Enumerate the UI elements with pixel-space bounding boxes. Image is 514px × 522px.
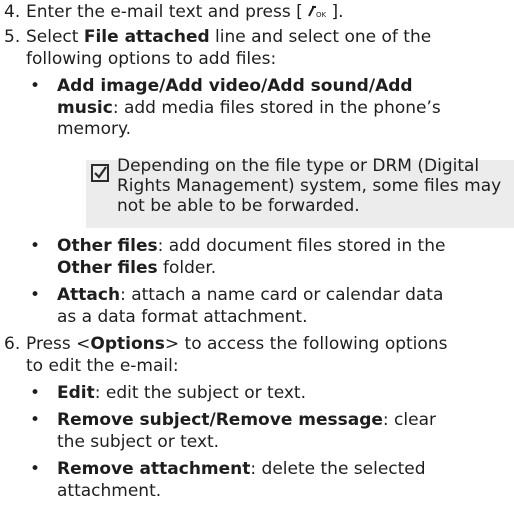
step-text: Enter the e-mail text and press [ OK ].: [26, 2, 514, 24]
edit-label: Edit: [57, 383, 95, 403]
bullet-dot: •: [30, 459, 41, 479]
attach-description-end: as a data format attachment.: [57, 306, 308, 327]
add-media-description: : add media files stored in the phone’s: [112, 97, 441, 118]
note-line: not be able to be forwarded.: [117, 196, 360, 216]
bullet-dot: •: [30, 236, 41, 256]
remove-subject-label: Remove subject: [57, 410, 210, 430]
checkbox-note-icon: [91, 164, 109, 182]
note-line: Rights Management) system, some files ma…: [117, 176, 502, 196]
step-6-line2: to edit the e-mail:: [26, 355, 179, 376]
step-number: 4.: [4, 2, 21, 22]
note-box: Depending on the file type or DRM (Digit…: [86, 156, 514, 228]
bullet-dot: •: [30, 383, 41, 403]
bullet-text: Remove attachment: delete the selected a…: [57, 459, 514, 502]
bullet-text: Edit: edit the subject or text.: [57, 383, 514, 405]
step-6-pre: Press <: [26, 334, 91, 354]
options-softkey-label: Options: [90, 334, 165, 354]
step-6-post: > to access the following options: [164, 334, 448, 354]
bullet-text: Add image/Add video/Add sound/Add music:…: [57, 76, 514, 141]
step-4-text-end: ].: [331, 2, 344, 22]
other-files-label: Other files: [57, 236, 158, 256]
remove-attachment-description: : delete the selected: [250, 459, 426, 479]
add-image-label: Add image: [57, 76, 160, 96]
remove-message-label: Remove message: [215, 410, 383, 430]
bullet-text: Remove subject/Remove message: clear the…: [57, 410, 514, 453]
bullet-text: Other files: add document files stored i…: [57, 236, 514, 279]
step-number: 6.: [4, 334, 21, 354]
note-line: Depending on the file type or DRM (Digit…: [117, 156, 480, 176]
file-attached-label: File attached: [83, 27, 210, 47]
step-5-post: line and select one of the: [209, 27, 432, 47]
step-5-line2: following options to add files:: [26, 48, 277, 69]
add-media-description-end: memory.: [57, 119, 132, 139]
add-video-label: Add video: [165, 76, 262, 96]
other-files-description: : add document files stored in the: [157, 236, 446, 256]
note-text: Depending on the file type or DRM (Digit…: [117, 156, 514, 216]
step-text: Press <Options> to access the following …: [26, 334, 514, 377]
step-text: Select File attached line and select one…: [26, 27, 514, 70]
edit-description: : edit the subject or text.: [94, 383, 306, 403]
remove-description-end: the subject or text.: [57, 431, 220, 452]
add-music-label-part1: Add: [375, 76, 413, 96]
remove-description: : clear: [382, 410, 436, 430]
add-music-label-part2: music: [57, 97, 113, 118]
bullet-dot: •: [30, 410, 41, 430]
other-files-description-end: folder.: [157, 257, 217, 278]
bullet-text: Attach: attach a name card or calendar d…: [57, 285, 514, 328]
bullet-dot: •: [30, 285, 41, 305]
step-5-pre: Select: [26, 27, 84, 47]
other-files-folder-label: Other files: [57, 257, 158, 278]
step-4-text: Enter the e-mail text and press [: [26, 2, 303, 22]
remove-attachment-description-end: attachment.: [57, 480, 162, 501]
step-number: 5.: [4, 27, 21, 47]
svg-text:OK: OK: [316, 11, 326, 18]
add-sound-label: Add sound: [267, 76, 369, 96]
attach-label: Attach: [57, 285, 121, 305]
attach-description: : attach a name card or calendar data: [120, 285, 444, 305]
ok-key-icon: OK: [308, 4, 326, 18]
bullet-dot: •: [30, 76, 41, 96]
remove-attachment-label: Remove attachment: [57, 459, 251, 479]
